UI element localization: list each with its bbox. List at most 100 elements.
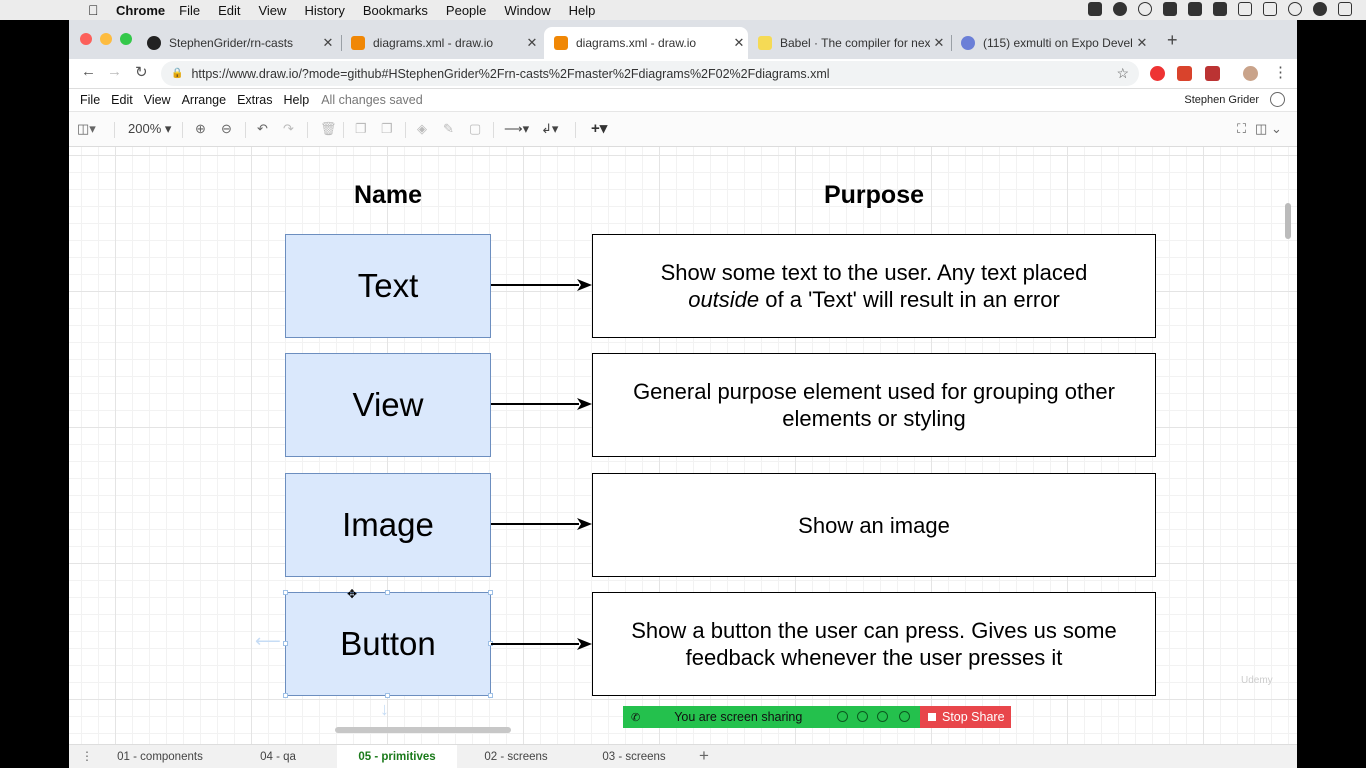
- close-icon[interactable]: ✕: [523, 35, 541, 51]
- search-icon[interactable]: [1288, 2, 1302, 16]
- zoom-out-icon[interactable]: ⊖: [221, 121, 232, 137]
- more-vertical-icon[interactable]: ⋮: [1273, 63, 1288, 81]
- zoom-in-icon[interactable]: ⊕: [195, 121, 206, 137]
- resize-handle[interactable]: [488, 693, 493, 698]
- close-icon[interactable]: ✕: [930, 35, 948, 51]
- app-menu-view[interactable]: View: [144, 93, 171, 107]
- menu-app-name[interactable]: Chrome: [116, 3, 165, 18]
- browser-tab-github[interactable]: StephenGrider/rn-casts ✕: [137, 27, 337, 59]
- minimize-window-button[interactable]: [100, 33, 112, 45]
- close-icon[interactable]: ✕: [319, 35, 337, 51]
- connector-arrow[interactable]: [491, 278, 592, 292]
- elephant-icon[interactable]: [1163, 2, 1177, 16]
- hint-arrow-left-icon[interactable]: ⟵: [255, 631, 281, 652]
- page-tab-05-primitives[interactable]: 05 - primitives: [337, 745, 457, 768]
- connector-arrow[interactable]: [491, 397, 592, 411]
- browser-tab-babel[interactable]: Babel · The compiler for next g ✕: [748, 27, 948, 59]
- zoom-select[interactable]: 200% ▾: [128, 121, 171, 137]
- language-globe-icon[interactable]: [1270, 92, 1285, 107]
- add-page-button[interactable]: +: [699, 746, 709, 766]
- lock-icon[interactable]: 🔒: [171, 68, 183, 79]
- connection-style-icon[interactable]: ⟶▾: [504, 121, 529, 137]
- resize-handle[interactable]: [283, 641, 288, 646]
- app-menu-extras[interactable]: Extras: [237, 93, 272, 107]
- purpose-box-text[interactable]: Show some text to the user. Any text pla…: [592, 234, 1156, 338]
- close-icon[interactable]: ✕: [1133, 35, 1151, 51]
- purpose-box-button[interactable]: Show a button the user can press. Gives …: [592, 592, 1156, 696]
- diagram-canvas[interactable]: Name Purpose Text Show some text to the …: [69, 147, 1297, 744]
- apple-icon[interactable]: : [88, 2, 104, 18]
- microphone-icon[interactable]: [857, 711, 868, 722]
- horizontal-scrollbar[interactable]: [335, 727, 511, 733]
- waypoints-icon[interactable]: ↲▾: [541, 121, 558, 137]
- connector-arrow[interactable]: [491, 517, 592, 531]
- menu-people[interactable]: People: [446, 3, 486, 18]
- browser-tab-drawio-1[interactable]: diagrams.xml - draw.io ✕: [341, 27, 541, 59]
- app-menu-edit[interactable]: Edit: [111, 93, 133, 107]
- hands-icon[interactable]: [1188, 2, 1202, 16]
- profile-avatar[interactable]: [1243, 66, 1258, 81]
- menu-history[interactable]: History: [304, 3, 344, 18]
- menu-edit[interactable]: Edit: [218, 3, 240, 18]
- user-menu[interactable]: Stephen Grider: [1184, 94, 1259, 106]
- forward-icon[interactable]: →: [107, 63, 122, 80]
- redo-icon[interactable]: ↷: [283, 121, 294, 137]
- menu-bookmarks[interactable]: Bookmarks: [363, 3, 428, 18]
- connector-arrow[interactable]: [491, 637, 592, 651]
- resize-handle[interactable]: [488, 590, 493, 595]
- menu-help[interactable]: Help: [569, 3, 596, 18]
- split-panel-icon[interactable]: ◫: [1255, 121, 1267, 137]
- delete-icon[interactable]: 🗑: [320, 121, 337, 137]
- app-menu-help[interactable]: Help: [284, 93, 310, 107]
- adblock-extension-icon[interactable]: [1150, 66, 1165, 81]
- fill-color-icon[interactable]: ◈: [417, 121, 427, 137]
- collapse-icon[interactable]: ⌄: [1271, 121, 1282, 137]
- hint-arrow-down-icon[interactable]: ↓: [380, 699, 389, 720]
- page-tab-04-qa[interactable]: 04 - qa: [219, 745, 337, 768]
- to-front-icon[interactable]: ❐: [355, 121, 367, 137]
- purpose-box-view[interactable]: General purpose element used for groupin…: [592, 353, 1156, 457]
- close-icon[interactable]: ✕: [730, 35, 748, 51]
- line-color-icon[interactable]: ✎: [443, 121, 454, 137]
- menu-window[interactable]: Window: [504, 3, 550, 18]
- purpose-box-image[interactable]: Show an image: [592, 473, 1156, 577]
- format-panel-icon[interactable]: ◫▾: [77, 121, 96, 137]
- name-box-view[interactable]: View: [285, 353, 491, 457]
- stop-share-button[interactable]: Stop Share: [920, 706, 1011, 728]
- wifi-icon[interactable]: [1238, 2, 1252, 16]
- app-menu-arrange[interactable]: Arrange: [182, 93, 226, 107]
- address-bar[interactable]: 🔒 https://www.draw.io/?mode=github#HStep…: [161, 61, 1139, 86]
- record-icon[interactable]: [877, 711, 888, 722]
- ublock-extension-icon[interactable]: [1205, 66, 1220, 81]
- cloud-app-icon[interactable]: [1113, 2, 1127, 16]
- notes-icon[interactable]: [1088, 2, 1102, 16]
- glasses-icon[interactable]: [1138, 2, 1152, 16]
- siri-icon[interactable]: [1313, 2, 1327, 16]
- name-box-image[interactable]: Image: [285, 473, 491, 577]
- close-window-button[interactable]: [80, 33, 92, 45]
- name-box-button[interactable]: Button: [285, 592, 491, 696]
- maximize-window-button[interactable]: [120, 33, 132, 45]
- browser-tab-drawio-active[interactable]: diagrams.xml - draw.io ✕: [544, 27, 748, 59]
- page-tab-03-screens[interactable]: 03 - screens: [575, 745, 693, 768]
- vertical-scrollbar[interactable]: [1285, 203, 1291, 239]
- reload-icon[interactable]: ↻: [135, 63, 148, 81]
- notification-center-icon[interactable]: [1338, 2, 1352, 16]
- browser-tab-expo[interactable]: (115) exmulti on Expo Develope ✕: [951, 27, 1151, 59]
- app-menu-file[interactable]: File: [80, 93, 100, 107]
- battery-icon[interactable]: [1263, 2, 1277, 16]
- page-tab-02-screens[interactable]: 02 - screens: [457, 745, 575, 768]
- resize-handle[interactable]: [283, 590, 288, 595]
- menu-view[interactable]: View: [258, 3, 286, 18]
- menu-file[interactable]: File: [179, 3, 200, 18]
- pages-menu-icon[interactable]: ⋮: [81, 749, 101, 763]
- fullscreen-icon[interactable]: ⛶: [1237, 121, 1246, 137]
- insert-icon[interactable]: +▾: [591, 119, 607, 137]
- url-text[interactable]: https://www.draw.io/?mode=github#HStephe…: [191, 67, 829, 81]
- shield-icon[interactable]: [899, 711, 910, 722]
- name-box-text[interactable]: Text: [285, 234, 491, 338]
- page-tab-01-components[interactable]: 01 - components: [101, 745, 219, 768]
- bookmark-star-icon[interactable]: ☆: [1116, 65, 1129, 82]
- speaker-icon[interactable]: [837, 711, 848, 722]
- lastpass-extension-icon[interactable]: [1177, 66, 1192, 81]
